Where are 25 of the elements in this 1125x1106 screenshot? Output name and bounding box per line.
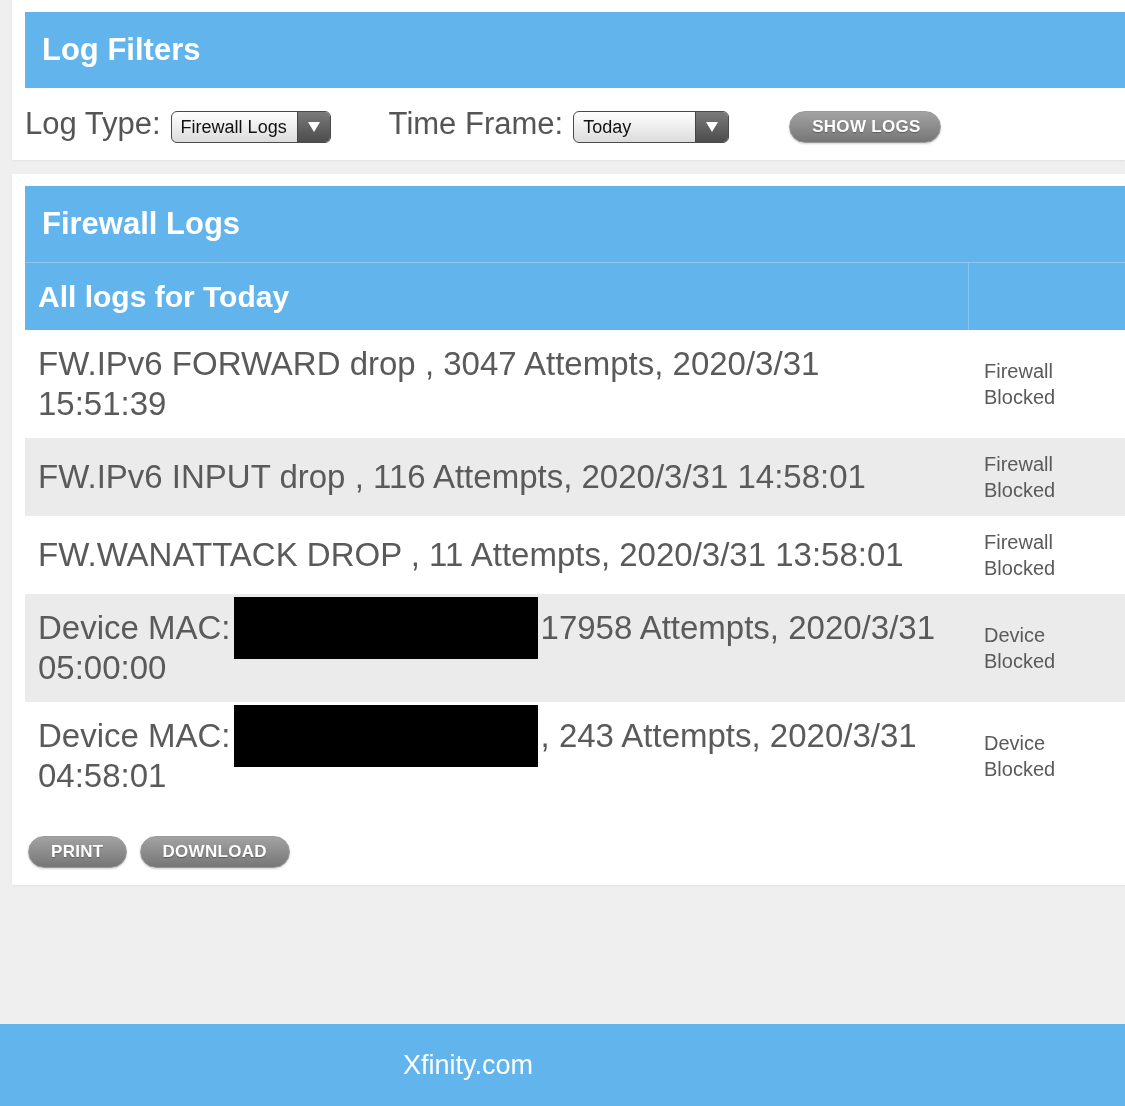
log-message: , 243 Attempts, 2020/3/31 [540, 716, 917, 756]
log-message: 17958 Attempts, 2020/3/31 [540, 608, 936, 648]
time-frame-label: Time Frame: [388, 106, 564, 142]
status-text: Device Blocked [984, 623, 1057, 674]
log-type-label: Log Type: [25, 106, 161, 142]
log-time: 04:58:01 [38, 756, 167, 796]
status-text: Firewall Blocked [984, 452, 1057, 503]
panel-title: Log Filters [42, 32, 201, 68]
status-text: Firewall Blocked [984, 359, 1057, 410]
time-frame-select[interactable]: Today [573, 111, 730, 143]
print-button[interactable]: PRINT [28, 836, 127, 868]
log-message: FW.IPv6 INPUT drop , 116 Attempts, 2020/3/31 14:58:01 [38, 457, 867, 497]
device-mac-label: Device MAC: [38, 716, 231, 756]
log-message: FW.WANATTACK DROP , 11 Attempts, 2020/3/31 13:58:01 [38, 535, 905, 575]
panel-title: Firewall Logs [42, 206, 241, 242]
footer-link[interactable]: Xfinity.com [403, 1049, 534, 1081]
download-button[interactable]: DOWNLOAD [139, 836, 290, 868]
device-mac-label: Device MAC: [38, 608, 231, 648]
status-text: Firewall Blocked [984, 530, 1057, 581]
status-text: Device Blocked [984, 731, 1057, 782]
show-logs-button[interactable]: SHOW LOGS [789, 111, 942, 143]
log-type-select[interactable]: Firewall Logs [170, 111, 331, 143]
log-time: 05:00:00 [38, 648, 167, 688]
table-title: All logs for Today [38, 279, 290, 314]
log-message: FW.IPv6 FORWARD drop , 3047 Attempts, 2020/3/31 15:51:39 [38, 344, 821, 424]
